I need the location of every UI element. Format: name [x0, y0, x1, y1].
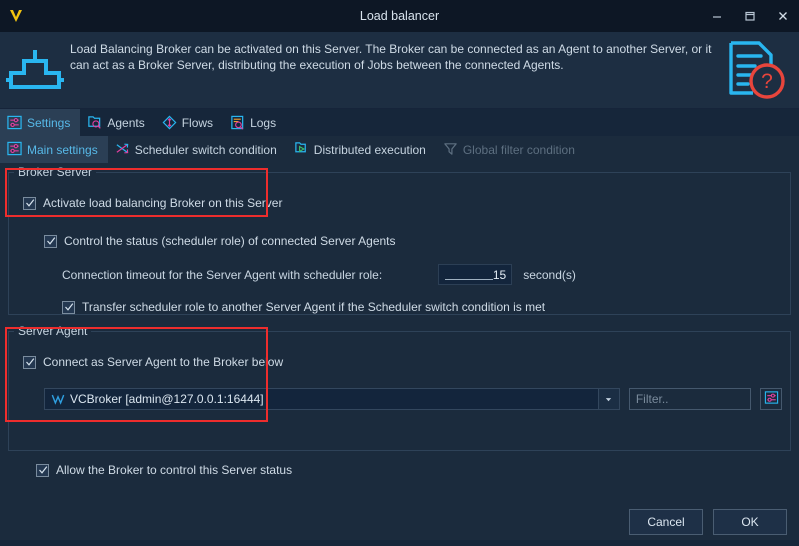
subtab-distributed-execution[interactable]: Distributed execution	[287, 136, 436, 163]
checkbox-checked-icon	[62, 300, 75, 314]
subtab-main-settings-label: Main settings	[27, 142, 98, 157]
filter-input[interactable]: Filter..	[628, 388, 752, 410]
broker-selection-row: VCBroker [admin@127.0.0.1:16444] Filter.…	[44, 388, 782, 410]
activate-broker-checkbox[interactable]: Activate load balancing Broker on this S…	[23, 196, 282, 210]
flows-diamond-icon	[162, 115, 177, 130]
connection-timeout-input[interactable]: 15	[438, 264, 513, 285]
ok-button[interactable]: OK	[713, 509, 787, 535]
cancel-button[interactable]: Cancel	[629, 509, 703, 535]
connect-agent-label: Connect as Server Agent to the Broker be…	[43, 355, 284, 369]
primary-tab-bar: Settings Agents Flows Logs	[0, 109, 799, 136]
connect-agent-checkbox[interactable]: Connect as Server Agent to the Broker be…	[23, 355, 283, 369]
checkbox-checked-icon	[23, 355, 36, 369]
dialog-footer: Cancel OK	[0, 497, 799, 546]
allow-broker-control-label: Allow the Broker to control this Server …	[56, 463, 293, 477]
window-title: Load balancer	[359, 9, 440, 23]
tab-logs[interactable]: Logs	[223, 109, 286, 136]
tab-agents-label: Agents	[107, 115, 145, 130]
logs-search-icon	[230, 115, 245, 130]
tab-settings[interactable]: Settings	[0, 109, 81, 136]
connect-agent-row[interactable]: Connect as Server Agent to the Broker be…	[23, 352, 782, 372]
tab-agents[interactable]: Agents	[80, 109, 154, 136]
bottom-strip	[0, 540, 799, 546]
chevron-down-icon[interactable]	[597, 389, 619, 409]
control-status-row[interactable]: Control the status (scheduler role) of c…	[44, 231, 782, 251]
app-logo-icon	[0, 0, 32, 32]
svg-text:?: ?	[761, 70, 773, 93]
control-status-checkbox[interactable]: Control the status (scheduler role) of c…	[44, 234, 396, 248]
connection-timeout-row: Connection timeout for the Server Agent …	[62, 264, 782, 285]
connection-timeout-unit: second(s)	[523, 267, 576, 282]
title-bar: Load balancer	[0, 0, 799, 32]
banner-description: Load Balancing Broker can be activated o…	[70, 42, 712, 72]
connection-timeout-label: Connection timeout for the Server Agent …	[62, 267, 383, 282]
filter-placeholder: Filter..	[635, 392, 669, 406]
server-agent-group: Server Agent Connect as Server Agent to …	[8, 324, 791, 451]
filter-settings-sliders-icon	[764, 390, 779, 408]
window-controls	[700, 0, 799, 32]
subtab-scheduler-switch-condition[interactable]: Scheduler switch condition	[108, 136, 287, 163]
tab-flows[interactable]: Flows	[155, 109, 223, 136]
vcbroker-icon	[45, 392, 70, 406]
secondary-tab-bar: Main settings Scheduler switch condition	[0, 136, 799, 163]
filter-settings-button[interactable]	[760, 388, 782, 410]
document-question-help-icon[interactable]: ?	[719, 32, 791, 108]
settings-content: Broker Server Activate load balancing Br…	[0, 163, 799, 497]
subtab-global-filter-label: Global filter condition	[462, 142, 575, 157]
allow-broker-control-row[interactable]: Allow the Broker to control this Server …	[36, 460, 292, 480]
transfer-role-checkbox[interactable]: Transfer scheduler role to another Serve…	[62, 300, 545, 314]
allow-broker-control-checkbox[interactable]: Allow the Broker to control this Server …	[36, 463, 292, 477]
subtab-main-settings[interactable]: Main settings	[0, 136, 108, 163]
load-balancer-broker-icon	[0, 32, 70, 108]
checkbox-checked-icon	[44, 234, 57, 248]
transfer-role-label: Transfer scheduler role to another Serve…	[82, 300, 546, 314]
scheduler-switch-arrows-icon	[115, 141, 130, 159]
subtab-distributed-execution-label: Distributed execution	[313, 142, 426, 157]
filter-funnel-icon	[443, 141, 458, 159]
info-banner: Load Balancing Broker can be activated o…	[0, 32, 799, 109]
tab-flows-label: Flows	[181, 115, 214, 130]
checkbox-checked-icon	[23, 196, 36, 210]
subtab-global-filter-condition[interactable]: Global filter condition	[436, 136, 585, 163]
subtab-scheduler-switch-label: Scheduler switch condition	[134, 142, 277, 157]
broker-combobox-value: VCBroker [admin@127.0.0.1:16444]	[70, 392, 264, 406]
broker-server-group-title: Broker Server	[14, 165, 97, 179]
minimize-button[interactable]	[700, 0, 733, 32]
activate-broker-label: Activate load balancing Broker on this S…	[43, 196, 283, 210]
close-button[interactable]	[766, 0, 799, 32]
load-balancer-window: Load balancer Load Balancing Broker can …	[0, 0, 799, 546]
main-settings-sliders-icon	[7, 141, 22, 159]
transfer-role-row[interactable]: Transfer scheduler role to another Serve…	[62, 297, 782, 317]
broker-combobox[interactable]: VCBroker [admin@127.0.0.1:16444]	[44, 388, 620, 410]
settings-sliders-icon	[7, 115, 22, 130]
broker-server-group: Broker Server Activate load balancing Br…	[8, 165, 791, 317]
maximize-button[interactable]	[733, 0, 766, 32]
control-status-label: Control the status (scheduler role) of c…	[64, 234, 396, 248]
checkbox-checked-icon	[36, 463, 49, 477]
tab-settings-label: Settings	[27, 115, 71, 130]
activate-broker-row[interactable]: Activate load balancing Broker on this S…	[23, 193, 782, 213]
connection-timeout-value: 15	[492, 267, 507, 282]
tab-logs-label: Logs	[250, 115, 277, 130]
agents-search-icon	[87, 115, 102, 130]
server-agent-group-title: Server Agent	[14, 324, 92, 338]
distributed-execution-icon	[294, 141, 309, 159]
